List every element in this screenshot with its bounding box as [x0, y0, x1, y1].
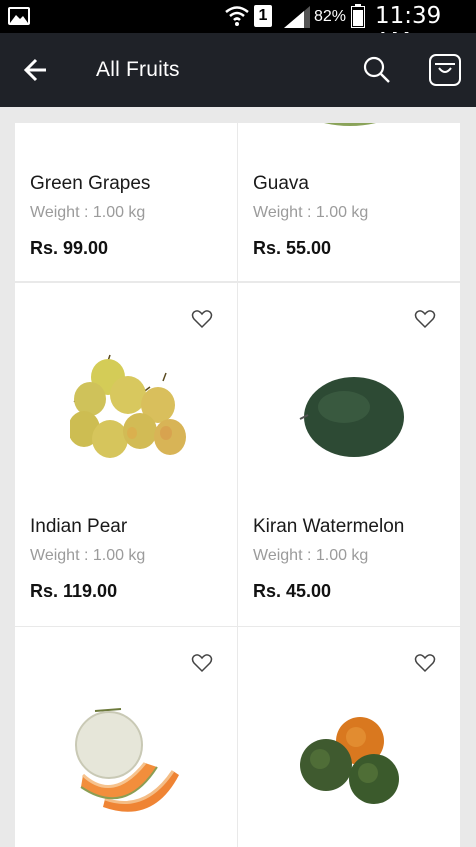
- pear-image: [70, 354, 186, 458]
- signal-icon: [284, 6, 310, 28]
- product-card-orange[interactable]: [238, 627, 460, 847]
- battery-icon: [351, 4, 365, 28]
- orange-image: [300, 717, 399, 804]
- heart-icon[interactable]: [414, 309, 436, 329]
- back-arrow-icon[interactable]: [22, 56, 50, 84]
- watermelon-image: [299, 377, 404, 457]
- product-weight: Weight : 1.00 kg: [30, 547, 146, 564]
- cart-icon[interactable]: [428, 53, 462, 87]
- heart-icon[interactable]: [414, 653, 436, 673]
- page-title: All Fruits: [96, 58, 180, 81]
- product-card-kiran-watermelon[interactable]: Kiran Watermelon Weight : 1.00 kg Rs. 45…: [238, 283, 460, 626]
- product-card-muskmelon[interactable]: [15, 627, 237, 847]
- product-name: Guava: [253, 173, 309, 194]
- product-price: Rs. 99.00: [30, 238, 109, 258]
- product-weight: Weight : 1.00 kg: [30, 204, 146, 221]
- product-name: Kiran Watermelon: [253, 516, 405, 537]
- product-card-guava[interactable]: Guava Weight : 1.00 kg Rs. 55.00: [238, 123, 460, 281]
- product-price: Rs. 55.00: [253, 238, 332, 258]
- product-weight: Weight : 1.00 kg: [253, 547, 369, 564]
- product-weight: Weight : 1.00 kg: [253, 204, 369, 221]
- product-card-green-grapes[interactable]: Green Grapes Weight : 1.00 kg Rs. 99.00: [15, 123, 237, 281]
- heart-icon[interactable]: [191, 309, 213, 329]
- status-bar: 1 82% 11:39 AM: [0, 0, 476, 55]
- battery-percent: 82%: [314, 8, 347, 25]
- gallery-icon: [8, 7, 30, 25]
- product-name: Green Grapes: [30, 173, 151, 194]
- search-icon[interactable]: [362, 55, 392, 85]
- product-price: Rs. 45.00: [253, 581, 332, 601]
- product-price: Rs. 119.00: [30, 581, 118, 601]
- wifi-icon: [225, 6, 249, 26]
- app-bar: All Fruits: [0, 33, 476, 107]
- product-grid: Green Grapes Weight : 1.00 kg Rs. 99.00 …: [15, 123, 461, 847]
- muskmelon-image: [75, 708, 179, 812]
- heart-icon[interactable]: [191, 653, 213, 673]
- guava-image: [324, 123, 376, 126]
- sim-icon: 1: [254, 5, 272, 27]
- product-card-indian-pear[interactable]: Indian Pear Weight : 1.00 kg Rs. 119.00: [15, 283, 237, 626]
- product-name: Indian Pear: [30, 516, 128, 537]
